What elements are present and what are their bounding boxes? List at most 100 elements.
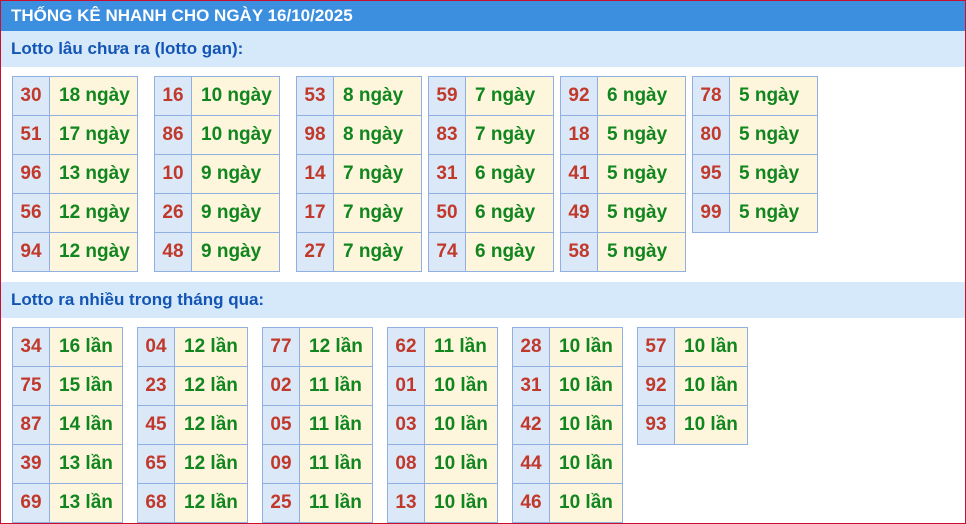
table-row: 17 7 ngày	[297, 194, 421, 233]
lotto-number: 56	[13, 194, 50, 232]
table-row: 31 10 lần	[513, 367, 622, 406]
table-row: 57 10 lần	[638, 328, 747, 367]
table-row: 28 10 lần	[513, 328, 622, 367]
table-row: 31 6 ngày	[429, 155, 553, 194]
lotto-number: 41	[561, 155, 598, 193]
gan-column: 30 18 ngày 51 17 ngày 96 13 ngày 56 12 ngày 94 12…	[12, 76, 138, 272]
lotto-count: 12 lần	[175, 406, 247, 444]
lotto-count: 12 ngày	[50, 194, 137, 232]
lotto-number: 58	[561, 233, 598, 271]
lotto-count: 12 lần	[175, 328, 247, 366]
table-row: 58 5 ngày	[561, 233, 685, 272]
gan-column: 78 5 ngày 80 5 ngày 95 5 ngày 99 5 ngày	[692, 76, 818, 233]
section-heading-nhieu: Lotto ra nhiều trong tháng qua:	[1, 282, 965, 318]
table-row: 53 8 ngày	[297, 77, 421, 116]
lotto-number: 98	[297, 116, 334, 154]
lotto-count: 5 ngày	[730, 155, 817, 193]
lotto-count: 5 ngày	[730, 116, 817, 154]
gan-column: 53 8 ngày 98 8 ngày 14 7 ngày 17 7 ngày 27 7 ngày	[296, 76, 422, 272]
table-row: 50 6 ngày	[429, 194, 553, 233]
table-row: 98 8 ngày	[297, 116, 421, 155]
lotto-number: 92	[561, 77, 598, 115]
lotto-number: 92	[638, 367, 675, 405]
lotto-number: 03	[388, 406, 425, 444]
table-row: 92 10 lần	[638, 367, 747, 406]
table-row: 74 6 ngày	[429, 233, 553, 272]
table-row: 86 10 ngày	[155, 116, 279, 155]
lotto-number: 23	[138, 367, 175, 405]
lotto-number: 28	[513, 328, 550, 366]
lotto-number: 87	[13, 406, 50, 444]
table-row: 34 16 lần	[13, 328, 122, 367]
nhieu-column: 62 11 lần 01 10 lần 03 10 lần 08 10 lần 13 10 lần	[387, 327, 498, 523]
lotto-number: 99	[693, 194, 730, 232]
lotto-count: 14 lần	[50, 406, 122, 444]
nhieu-column: 77 12 lần 02 11 lần 05 11 lần 09 11 lần 25 11 lần	[262, 327, 373, 523]
lotto-number: 69	[13, 484, 50, 522]
lotto-number: 08	[388, 445, 425, 483]
lotto-count: 9 ngày	[192, 233, 279, 271]
table-row: 05 11 lần	[263, 406, 372, 445]
lotto-count: 10 lần	[425, 484, 497, 522]
table-row: 30 18 ngày	[13, 77, 137, 116]
lotto-count: 5 ngày	[598, 233, 685, 271]
lotto-count: 11 lần	[425, 328, 497, 366]
lotto-number: 25	[263, 484, 300, 522]
table-row: 87 14 lần	[13, 406, 122, 445]
table-row: 04 12 lần	[138, 328, 247, 367]
lotto-number: 48	[155, 233, 192, 271]
lotto-count: 10 lần	[550, 484, 622, 522]
lotto-count: 7 ngày	[334, 194, 421, 232]
nhieu-column: 34 16 lần 75 15 lần 87 14 lần 39 13 lần 69 13 lần	[12, 327, 123, 523]
lotto-number: 31	[513, 367, 550, 405]
lotto-number: 27	[297, 233, 334, 271]
lotto-number: 45	[138, 406, 175, 444]
lotto-count: 10 lần	[425, 445, 497, 483]
lotto-count: 10 lần	[675, 406, 747, 444]
gan-column: 16 10 ngày 86 10 ngày 10 9 ngày 26 9 ngày 48 9 ng…	[154, 76, 280, 272]
lotto-count: 5 ngày	[730, 194, 817, 232]
lotto-number: 10	[155, 155, 192, 193]
lotto-count: 10 lần	[550, 367, 622, 405]
lotto-count: 7 ngày	[466, 116, 553, 154]
lotto-number: 01	[388, 367, 425, 405]
lotto-number: 49	[561, 194, 598, 232]
section-heading-gan: Lotto lâu chưa ra (lotto gan):	[1, 31, 965, 67]
lotto-count: 7 ngày	[466, 77, 553, 115]
table-row: 18 5 ngày	[561, 116, 685, 155]
lotto-number: 95	[693, 155, 730, 193]
table-row: 45 12 lần	[138, 406, 247, 445]
lotto-number: 16	[155, 77, 192, 115]
lotto-number: 17	[297, 194, 334, 232]
lotto-count: 10 lần	[425, 367, 497, 405]
lotto-count: 7 ngày	[334, 233, 421, 271]
table-row: 26 9 ngày	[155, 194, 279, 233]
table-row: 99 5 ngày	[693, 194, 817, 233]
lotto-number: 50	[429, 194, 466, 232]
lotto-nhieu-table: 34 16 lần 75 15 lần 87 14 lần 39 13 lần 69 13 lần…	[1, 318, 965, 523]
lotto-number: 13	[388, 484, 425, 522]
table-row: 78 5 ngày	[693, 77, 817, 116]
lotto-count: 10 ngày	[192, 116, 279, 154]
lotto-number: 93	[638, 406, 675, 444]
table-row: 09 11 lần	[263, 445, 372, 484]
table-row: 77 12 lần	[263, 328, 372, 367]
lotto-number: 39	[13, 445, 50, 483]
lotto-count: 10 lần	[550, 328, 622, 366]
lotto-count: 10 lần	[675, 328, 747, 366]
table-row: 49 5 ngày	[561, 194, 685, 233]
table-row: 92 6 ngày	[561, 77, 685, 116]
table-row: 10 9 ngày	[155, 155, 279, 194]
table-row: 08 10 lần	[388, 445, 497, 484]
lotto-count: 15 lần	[50, 367, 122, 405]
table-row: 62 11 lần	[388, 328, 497, 367]
lotto-count: 5 ngày	[598, 155, 685, 193]
lotto-number: 80	[693, 116, 730, 154]
table-row: 02 11 lần	[263, 367, 372, 406]
table-row: 95 5 ngày	[693, 155, 817, 194]
lotto-count: 10 lần	[550, 406, 622, 444]
lotto-count: 7 ngày	[334, 155, 421, 193]
lotto-count: 5 ngày	[598, 116, 685, 154]
lotto-count: 8 ngày	[334, 77, 421, 115]
table-row: 80 5 ngày	[693, 116, 817, 155]
